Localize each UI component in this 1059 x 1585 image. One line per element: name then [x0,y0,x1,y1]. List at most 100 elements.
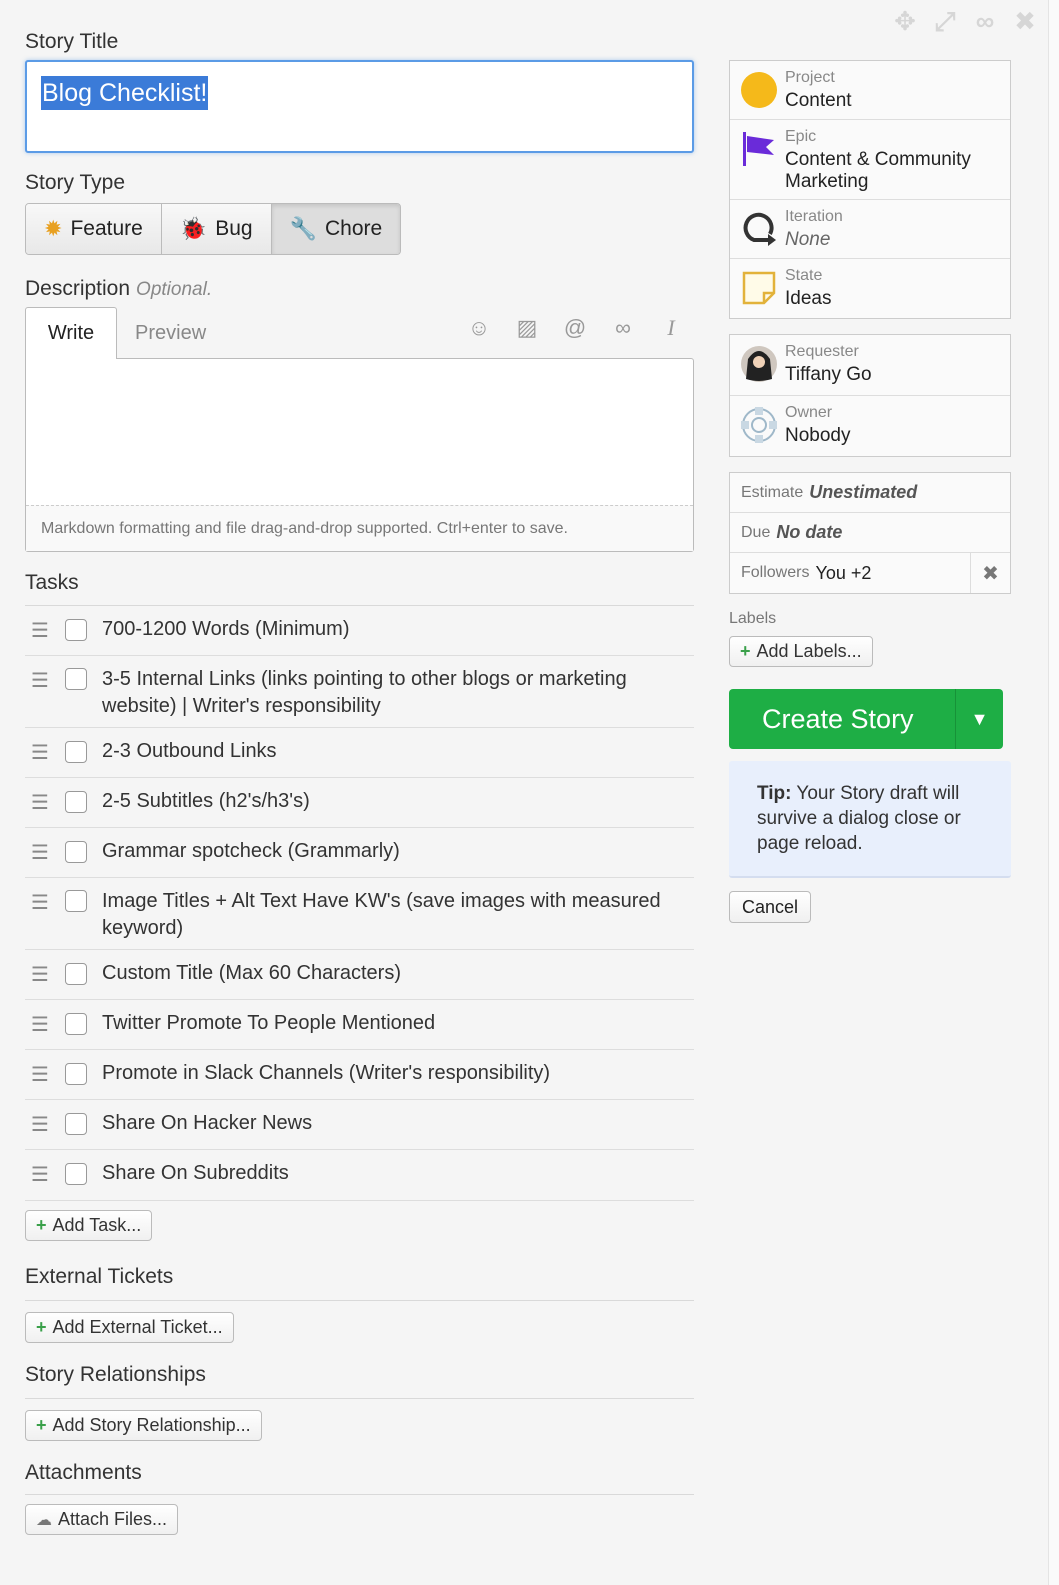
task-text[interactable]: 2-5 Subtitles (h2's/h3's) [102,788,684,815]
drag-handle-icon[interactable]: ☰ [31,790,49,815]
task-checkbox[interactable] [65,619,87,641]
due-field[interactable]: Due No date [730,513,1010,553]
task-text[interactable]: Promote in Slack Channels (Writer's resp… [102,1060,684,1087]
task-row: ☰ 2-3 Outbound Links [25,728,694,778]
story-type-selector: ✹ Feature 🐞 Bug 🔧 Chore [25,203,402,255]
task-text[interactable]: 700-1200 Words (Minimum) [102,616,684,643]
attach-files-button[interactable]: ☁ Attach Files... [25,1504,179,1535]
add-external-ticket-button[interactable]: + Add External Ticket... [25,1312,234,1343]
task-text[interactable]: Twitter Promote To People Mentioned [102,1010,684,1037]
description-hint: Markdown formatting and file drag-and-dr… [26,505,693,551]
story-type-bug-button[interactable]: 🐞 Bug [161,204,272,254]
plus-icon: + [36,1215,47,1235]
task-text[interactable]: Custom Title (Max 60 Characters) [102,960,684,987]
drag-handle-icon[interactable]: ☰ [31,1112,49,1137]
story-type-feature-button[interactable]: ✹ Feature [26,204,162,254]
task-text[interactable]: 2-3 Outbound Links [102,738,684,765]
drag-handle-icon[interactable]: ☰ [31,618,49,643]
close-icon[interactable]: ✖ [1011,6,1039,36]
task-text[interactable]: Share On Hacker News [102,1110,684,1137]
caret-down-icon[interactable]: ▼ [955,689,1003,749]
expand-icon[interactable]: ⤢ [931,6,959,36]
drag-handle-icon[interactable]: ☰ [31,1012,49,1037]
task-text[interactable]: Grammar spotcheck (Grammarly) [102,838,684,865]
mention-icon[interactable]: @ [562,315,588,341]
description-toolbar: ☺ ▨ @ ∞ I [466,315,684,341]
task-text[interactable]: Image Titles + Alt Text Have KW's (save … [102,888,684,942]
create-story-label: Create Story [762,703,914,734]
task-row: ☰ 2-5 Subtitles (h2's/h3's) [25,778,694,828]
add-story-relationship-button[interactable]: + Add Story Relationship... [25,1410,262,1441]
image-icon[interactable]: ▨ [514,315,540,341]
task-row: ☰ Image Titles + Alt Text Have KW's (sav… [25,878,694,950]
project-field[interactable]: Project Content [730,61,1010,120]
state-field[interactable]: State Ideas [730,259,1010,318]
link-icon[interactable]: ∞ [610,315,636,341]
create-story-button[interactable]: Create Story ▼ [729,689,1003,749]
task-checkbox[interactable] [65,741,87,763]
iteration-label: Iteration [785,208,843,225]
drag-handle-icon[interactable]: ☰ [31,962,49,987]
drag-handle-icon[interactable]: ☰ [31,1162,49,1187]
drag-handle-icon[interactable]: ☰ [31,840,49,865]
cancel-button[interactable]: Cancel [729,891,812,923]
task-row: ☰ Share On Hacker News [25,1100,694,1150]
story-title-value: Blog Checklist! [41,76,209,110]
description-textarea[interactable]: Markdown formatting and file drag-and-dr… [25,358,694,552]
emoji-icon[interactable]: ☺ [466,315,492,341]
task-checkbox[interactable] [65,1013,87,1035]
add-task-label: Add Task... [52,1215,142,1235]
external-tickets-label: External Tickets [25,1265,174,1288]
task-row: ☰ Grammar spotcheck (Grammarly) [25,828,694,878]
remove-followers-icon[interactable]: ✖ [970,553,1010,593]
story-type-chore-label: Chore [325,217,383,240]
story-relationships-label: Story Relationships [25,1363,206,1386]
task-row: ☰ Promote in Slack Channels (Writer's re… [25,1050,694,1100]
dialog-edge [1048,0,1059,1585]
drag-handle-icon[interactable]: ☰ [31,890,49,915]
task-text[interactable]: 3-5 Internal Links (links pointing to ot… [102,666,684,720]
feature-icon: ✹ [44,216,63,241]
drag-handle-icon[interactable]: ☰ [31,740,49,765]
tip-box: Tip: Your Story draft will survive a dia… [729,761,1011,878]
requester-field[interactable]: Requester Tiffany Go [730,335,1010,396]
task-row: ☰ 700-1200 Words (Minimum) [25,606,694,656]
followers-field[interactable]: Followers You +2 ✖ [730,553,1010,593]
nobody-avatar-icon [741,407,777,443]
wrench-icon: 🔧 [289,216,317,241]
task-checkbox[interactable] [65,841,87,863]
task-checkbox[interactable] [65,1063,87,1085]
task-checkbox[interactable] [65,1113,87,1135]
tasks-label: Tasks [25,571,79,594]
estimate-value: Unestimated [809,482,918,502]
move-icon[interactable]: ✥ [891,6,919,36]
italic-icon[interactable]: I [658,315,684,341]
task-checkbox[interactable] [65,1163,87,1185]
add-task-button[interactable]: + Add Task... [25,1210,153,1241]
avatar [741,346,777,382]
drag-handle-icon[interactable]: ☰ [31,1062,49,1087]
tab-write[interactable]: Write [25,307,117,359]
task-row: ☰ Share On Subreddits [25,1150,694,1201]
task-checkbox[interactable] [65,791,87,813]
link-icon[interactable]: ∞ [971,6,999,36]
task-checkbox[interactable] [65,668,87,690]
add-labels-label: Add Labels... [756,641,862,661]
iteration-value: None [785,229,831,250]
add-labels-button[interactable]: + Add Labels... [729,636,873,667]
tab-preview[interactable]: Preview [135,307,206,359]
owner-field[interactable]: Owner Nobody [730,396,1010,456]
requester-value: Tiffany Go [785,364,872,385]
task-checkbox[interactable] [65,963,87,985]
task-checkbox[interactable] [65,890,87,912]
drag-handle-icon[interactable]: ☰ [31,668,49,693]
epic-field[interactable]: Epic Content & Community Marketing [730,120,1010,200]
story-dialog: ✥ ⤢ ∞ ✖ Story Title Blog Checklist! Stor… [0,0,1059,1585]
task-text[interactable]: Share On Subreddits [102,1160,684,1187]
story-title-input[interactable]: Blog Checklist! [25,60,694,153]
plus-icon: + [740,641,751,661]
story-type-chore-button[interactable]: 🔧 Chore [271,204,401,254]
iteration-field[interactable]: Iteration None [730,200,1010,259]
state-value: Ideas [785,288,832,309]
estimate-field[interactable]: Estimate Unestimated [730,473,1010,513]
